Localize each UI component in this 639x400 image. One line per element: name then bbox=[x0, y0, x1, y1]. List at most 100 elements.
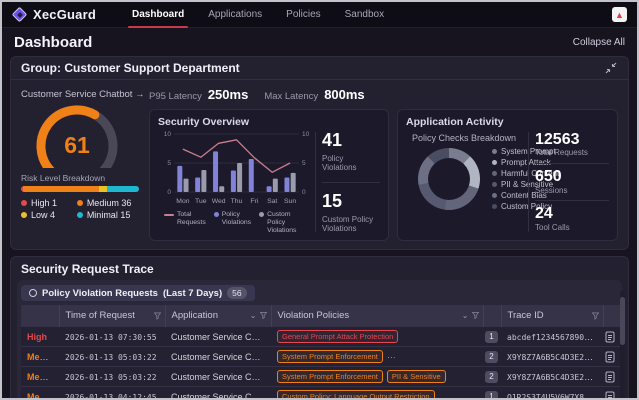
nav-item-applications[interactable]: Applications bbox=[198, 2, 272, 28]
nav-item-policies[interactable]: Policies bbox=[276, 2, 330, 28]
document-icon[interactable] bbox=[605, 331, 615, 343]
stat-value: 650 bbox=[535, 169, 609, 186]
chart-legend-item: Custom Policy Violations bbox=[259, 211, 309, 234]
document-icon[interactable] bbox=[605, 371, 615, 383]
legend-dot-icon bbox=[77, 212, 83, 218]
request-time: 2026-01-13 04:12:45 bbox=[65, 393, 157, 400]
divider bbox=[322, 182, 380, 183]
risk-legend-item-high: High 1 bbox=[21, 198, 73, 208]
table-scrollbar[interactable] bbox=[620, 291, 625, 400]
record-icon bbox=[29, 289, 37, 297]
table-row[interactable]: Medium2026-01-13 05:03:22Customer Servic… bbox=[21, 367, 620, 387]
chart-legend-item: Policy Violations bbox=[214, 211, 251, 227]
table-row[interactable]: Medium2026-01-13 04:12:45Customer Servic… bbox=[21, 387, 620, 400]
svg-text:Wed: Wed bbox=[212, 198, 226, 205]
nav-item-sandbox[interactable]: Sandbox bbox=[335, 2, 394, 28]
chevron-down-icon[interactable]: ⌄ bbox=[250, 312, 257, 320]
column-header-time-of-request[interactable]: Time of Request bbox=[59, 305, 165, 327]
policy-tag[interactable]: System Prompt Enforcement bbox=[277, 350, 383, 363]
legend-dot-icon bbox=[492, 193, 497, 198]
table-row[interactable]: High2026-01-13 07:30:55Customer Service … bbox=[21, 327, 620, 347]
latency-stats: P95 Latency250msMax Latency800ms bbox=[149, 87, 618, 105]
application-activity-title: Application Activity bbox=[406, 116, 609, 128]
svg-text:5: 5 bbox=[167, 160, 171, 167]
security-overview-title: Security Overview bbox=[158, 116, 380, 128]
divider bbox=[315, 132, 316, 232]
request-time: 2026-01-13 05:03:22 bbox=[65, 353, 157, 362]
security-stats: 41Policy Violations15Custom Policy Viola… bbox=[322, 130, 380, 234]
table-row[interactable]: Medium2026-01-13 05:03:22Customer Servic… bbox=[21, 347, 620, 367]
chart-legend-label: Custom Policy Violations bbox=[267, 211, 309, 234]
trace-id: X9Y8Z7A6B5C4D3E2F1G0H... bbox=[507, 372, 603, 382]
policy-tag[interactable]: PII & Sensitive bbox=[387, 370, 446, 383]
latency-label: Max Latency bbox=[264, 91, 318, 102]
risk-legend: High 1Medium 36Low 4Minimal 15 bbox=[21, 198, 139, 220]
policy-count-badge: 2 bbox=[485, 351, 498, 363]
column-header-application[interactable]: Application⌄ bbox=[165, 305, 271, 327]
violation-requests-panel: Policy Violation Requests (Last 7 Days) … bbox=[17, 280, 622, 400]
document-icon[interactable] bbox=[605, 351, 615, 363]
stat-label: Total Requests bbox=[535, 148, 609, 158]
request-time: 2026-01-13 05:03:22 bbox=[65, 373, 157, 382]
scrollbar-thumb[interactable] bbox=[620, 297, 625, 345]
latency-label: P95 Latency bbox=[149, 91, 202, 102]
collapse-group-icon[interactable] bbox=[604, 61, 618, 75]
column-header-violation-policies[interactable]: Violation Policies⌄ bbox=[271, 305, 483, 327]
trace-id: Q1R2S3T4U5V6W7X8Y9Z0A... bbox=[507, 392, 603, 400]
application-activity-card: Application Activity Policy Checks Break… bbox=[397, 109, 618, 241]
page-title: Dashboard bbox=[14, 34, 92, 51]
xecguard-logo-icon bbox=[12, 7, 27, 22]
filter-icon[interactable] bbox=[154, 312, 161, 319]
violation-requests-header[interactable]: Policy Violation Requests (Last 7 Days) … bbox=[21, 285, 255, 301]
policy-count-badge: 2 bbox=[485, 371, 498, 383]
arrow-right-icon: → bbox=[135, 89, 145, 100]
filter-icon[interactable] bbox=[592, 312, 599, 319]
svg-text:Sun: Sun bbox=[284, 198, 296, 205]
stat-label: Sessions bbox=[535, 186, 609, 196]
severity-badge: Medium bbox=[27, 392, 59, 400]
app-window: XecGuard DashboardApplicationsPoliciesSa… bbox=[0, 0, 639, 400]
policy-count-badge: 1 bbox=[485, 391, 498, 400]
account-logo-icon[interactable]: ▲ bbox=[612, 7, 627, 22]
policy-tag[interactable]: System Prompt Enforcement bbox=[277, 370, 383, 383]
application-cell: Customer Service Chatbot bbox=[165, 367, 271, 387]
latency-value: 800ms bbox=[324, 87, 364, 102]
policy-checks-donut bbox=[418, 148, 480, 210]
legend-dot-icon bbox=[77, 200, 83, 206]
legend-dot-icon bbox=[492, 204, 497, 209]
risk-breakdown-label: Risk Level Breakdown bbox=[21, 173, 139, 183]
severity-badge: Medium bbox=[27, 352, 59, 362]
risk-segment-low bbox=[99, 186, 107, 192]
legend-dot-icon bbox=[492, 160, 497, 165]
chart-legend-label: Total Requests bbox=[177, 211, 206, 227]
chart-legend-item: Total Requests bbox=[164, 211, 206, 227]
policy-tag[interactable]: Harmful Content Protection bbox=[387, 350, 483, 363]
policy-checks-title: Policy Checks Breakdown bbox=[406, 133, 522, 143]
stat-label: Policy Violations bbox=[322, 154, 380, 173]
filter-icon[interactable] bbox=[472, 312, 479, 319]
divider bbox=[535, 200, 609, 201]
group-title: Group: Customer Support Department bbox=[21, 61, 240, 75]
svg-text:Sat: Sat bbox=[267, 198, 277, 205]
page-header: Dashboard Collapse All bbox=[2, 28, 637, 56]
document-icon[interactable] bbox=[605, 391, 615, 400]
app-link[interactable]: Customer Service Chatbot → bbox=[21, 89, 139, 100]
group-card: Group: Customer Support Department Custo… bbox=[10, 56, 629, 250]
policy-tag[interactable]: Custom Policy: Language Output Restricti… bbox=[277, 390, 435, 400]
chevron-down-icon[interactable]: ⌄ bbox=[462, 312, 469, 320]
policy-tag[interactable]: General Prompt Attack Protection bbox=[277, 330, 398, 343]
brand[interactable]: XecGuard bbox=[12, 7, 96, 22]
legend-swatch-icon bbox=[164, 214, 174, 216]
svg-text:Fri: Fri bbox=[250, 198, 258, 205]
legend-dot-icon bbox=[492, 149, 497, 154]
legend-dot-icon bbox=[21, 200, 27, 206]
security-request-trace-section: Security Request Trace Policy Violation … bbox=[10, 256, 629, 400]
filter-icon[interactable] bbox=[260, 312, 267, 319]
risk-gauge: 61 bbox=[21, 102, 133, 168]
trace-section-title: Security Request Trace bbox=[21, 262, 618, 276]
svg-text:Tue: Tue bbox=[195, 198, 207, 205]
collapse-all-button[interactable]: Collapse All bbox=[573, 37, 625, 48]
group-right-column: P95 Latency250msMax Latency800ms Securit… bbox=[149, 87, 618, 241]
nav-item-dashboard[interactable]: Dashboard bbox=[122, 2, 194, 28]
column-header-trace-id[interactable]: Trace ID bbox=[501, 305, 603, 327]
